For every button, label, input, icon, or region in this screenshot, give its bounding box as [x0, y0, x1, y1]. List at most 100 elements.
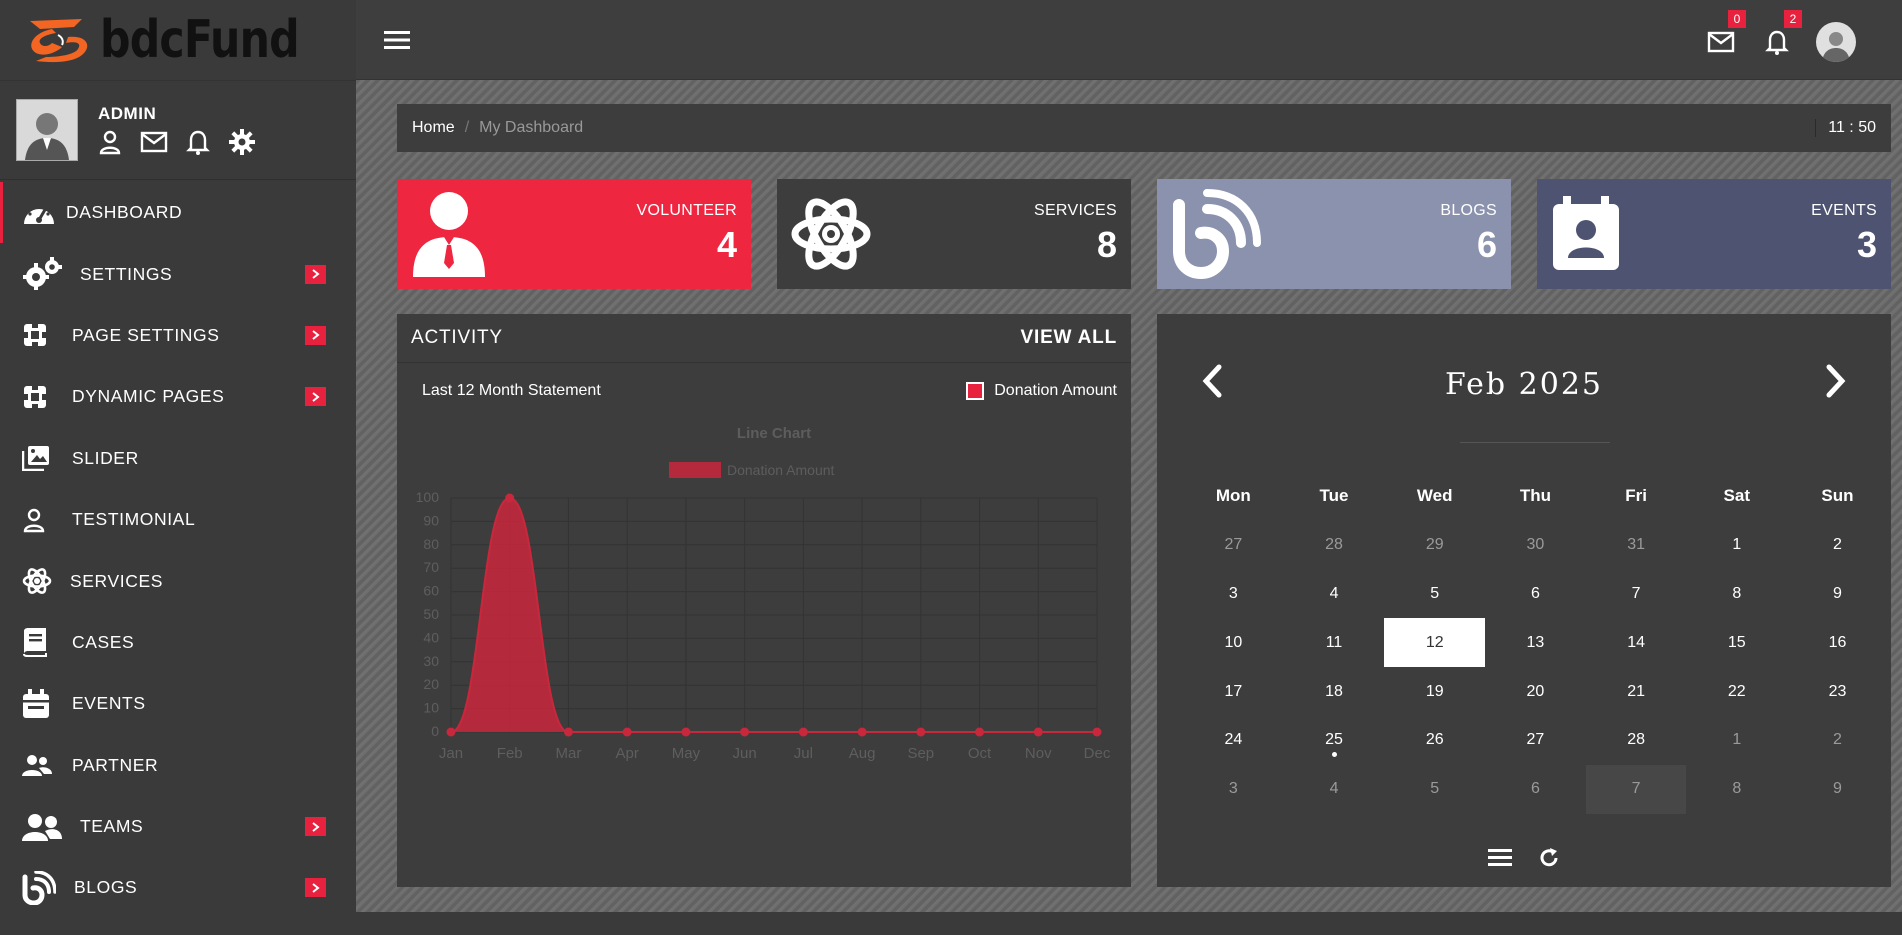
- sidebar-item-slider[interactable]: SLIDER: [0, 428, 356, 489]
- sidebar-item-label: SETTINGS: [80, 263, 173, 284]
- calendar-day[interactable]: 9: [1787, 570, 1888, 619]
- calendar-day[interactable]: 24: [1183, 716, 1284, 765]
- calendar-day[interactable]: 1: [1686, 521, 1787, 570]
- sidebar-item-testimonial[interactable]: TESTIMONIAL: [0, 489, 356, 550]
- calendar-day[interactable]: 27: [1485, 716, 1586, 765]
- calendar-day[interactable]: 6: [1485, 570, 1586, 619]
- sidebar-item-settings[interactable]: SETTINGS: [0, 243, 356, 304]
- sidebar-item-cases[interactable]: CASES: [0, 612, 356, 673]
- calendar-day[interactable]: 25: [1284, 716, 1385, 765]
- calendar-day[interactable]: 10: [1183, 618, 1284, 667]
- calendar-day[interactable]: 18: [1284, 667, 1385, 716]
- calendar-day[interactable]: 22: [1686, 667, 1787, 716]
- calendar-day[interactable]: 8: [1686, 570, 1787, 619]
- chevron-right-icon[interactable]: [305, 817, 326, 837]
- sidebar-item-partner[interactable]: PARTNER: [0, 735, 356, 796]
- gear-icon[interactable]: [228, 128, 256, 156]
- chevron-right-icon[interactable]: [305, 325, 326, 345]
- list-menu-icon[interactable]: [1488, 847, 1512, 867]
- activity-title: ACTIVITY: [411, 327, 503, 348]
- calendar-day-today[interactable]: 12: [1384, 618, 1486, 668]
- sidebar-item-events[interactable]: EVENTS: [0, 673, 356, 734]
- calendar-day[interactable]: 29: [1384, 521, 1485, 570]
- chevron-right-icon[interactable]: [1825, 364, 1847, 403]
- mail-icon[interactable]: [140, 131, 168, 153]
- stat-card-services[interactable]: SERVICES 8: [777, 179, 1131, 289]
- calendar-day[interactable]: 3: [1183, 570, 1284, 619]
- x-tick-label: Feb: [497, 745, 523, 762]
- activity-legend[interactable]: Donation Amount: [966, 382, 1117, 400]
- chevron-right-icon[interactable]: [305, 387, 326, 407]
- calendar-day[interactable]: 5: [1384, 570, 1485, 619]
- calendar-day[interactable]: 2: [1787, 521, 1888, 570]
- sidebar-item-dynamic-pages[interactable]: DYNAMIC PAGES: [0, 366, 356, 427]
- sidebar-item-services[interactable]: SERVICES: [0, 550, 356, 611]
- calendar-day[interactable]: 2: [1787, 716, 1888, 765]
- calendar-month-title[interactable]: Feb 2025: [1445, 367, 1603, 402]
- chevron-right-icon[interactable]: [305, 264, 326, 284]
- hamburger-menu-icon[interactable]: [384, 30, 410, 55]
- sidebar-item-teams[interactable]: TEAMS: [0, 796, 356, 857]
- stat-card-blogs[interactable]: BLOGS 6: [1157, 179, 1511, 289]
- calendar-day[interactable]: 23: [1787, 667, 1888, 716]
- sidebar-item-page-settings[interactable]: PAGE SETTINGS: [0, 305, 356, 366]
- stat-label: SERVICES: [1033, 202, 1117, 219]
- sidebar-item-blogs[interactable]: BLOGS: [0, 857, 356, 918]
- calendar-day[interactable]: 4: [1284, 765, 1385, 814]
- sidebar-item-label: DASHBOARD: [66, 202, 183, 223]
- breadcrumb-home-link[interactable]: Home: [412, 119, 455, 137]
- sidebar-item-dashboard[interactable]: DASHBOARD: [0, 182, 356, 244]
- stat-value: 3: [1856, 224, 1877, 265]
- mail-icon: [1707, 31, 1735, 53]
- calendar-day[interactable]: 8: [1686, 765, 1787, 814]
- topbar-notification-button[interactable]: 2: [1760, 10, 1802, 60]
- calendar-day[interactable]: 11: [1284, 618, 1385, 667]
- avatar[interactable]: [16, 99, 78, 161]
- calendar-day[interactable]: 28: [1284, 521, 1385, 570]
- calendar-day[interactable]: 7: [1586, 570, 1687, 619]
- calendar-day[interactable]: 3: [1183, 765, 1284, 814]
- calendar-day[interactable]: 5: [1384, 765, 1485, 814]
- x-tick-label: Jun: [733, 745, 757, 762]
- profile-icon[interactable]: [98, 129, 122, 155]
- sidebar: bdcFund ADMIN DASHBOARD SETTINGS PAGE SE…: [0, 0, 356, 935]
- calendar-day[interactable]: 31: [1586, 521, 1687, 570]
- calendar-day[interactable]: 1: [1686, 716, 1787, 765]
- gears-icon: [23, 257, 62, 291]
- chevron-right-icon[interactable]: [305, 878, 326, 898]
- view-all-link[interactable]: VIEW ALL: [1021, 327, 1117, 349]
- calendar-day[interactable]: 19: [1384, 667, 1485, 716]
- people-icon: [22, 755, 52, 777]
- stat-value: 4: [716, 224, 737, 265]
- calendar-day[interactable]: 7: [1585, 764, 1687, 814]
- calendar-day[interactable]: 20: [1485, 667, 1586, 716]
- user-avatar-button[interactable]: [1816, 22, 1856, 62]
- calendar-day[interactable]: 28: [1586, 716, 1687, 765]
- calendar-day[interactable]: 9: [1787, 765, 1888, 814]
- calendar-day[interactable]: 4: [1284, 570, 1385, 619]
- stat-card-events[interactable]: EVENTS 3: [1537, 179, 1891, 289]
- calendar-day[interactable]: 30: [1485, 521, 1586, 570]
- atom-icon: [791, 198, 871, 270]
- calendar-day[interactable]: 6: [1485, 765, 1586, 814]
- x-tick-label: Jan: [439, 745, 463, 762]
- calendar-day[interactable]: 15: [1686, 618, 1787, 667]
- volunteer-person-icon: [413, 192, 485, 277]
- calendar-day[interactable]: 17: [1183, 667, 1284, 716]
- data-point: [1092, 727, 1102, 737]
- y-tick-label: 100: [416, 489, 440, 505]
- bell-icon[interactable]: [186, 129, 210, 155]
- calendar-day[interactable]: 14: [1586, 618, 1687, 667]
- calendar-weekday: Mon: [1215, 486, 1251, 506]
- x-tick-label: Aug: [849, 745, 876, 762]
- calendar-day[interactable]: 27: [1183, 521, 1284, 570]
- calendar-day[interactable]: 13: [1485, 618, 1586, 667]
- calendar-day[interactable]: 21: [1586, 667, 1687, 716]
- calendar-day[interactable]: 26: [1384, 716, 1485, 765]
- stat-card-volunteer[interactable]: VOLUNTEER 4: [397, 179, 751, 289]
- refresh-icon[interactable]: [1538, 847, 1560, 869]
- logo[interactable]: bdcFund: [0, 0, 356, 80]
- calendar-day[interactable]: 16: [1787, 618, 1888, 667]
- event-dot: [1331, 751, 1337, 757]
- topbar-mail-button[interactable]: 0: [1704, 10, 1746, 60]
